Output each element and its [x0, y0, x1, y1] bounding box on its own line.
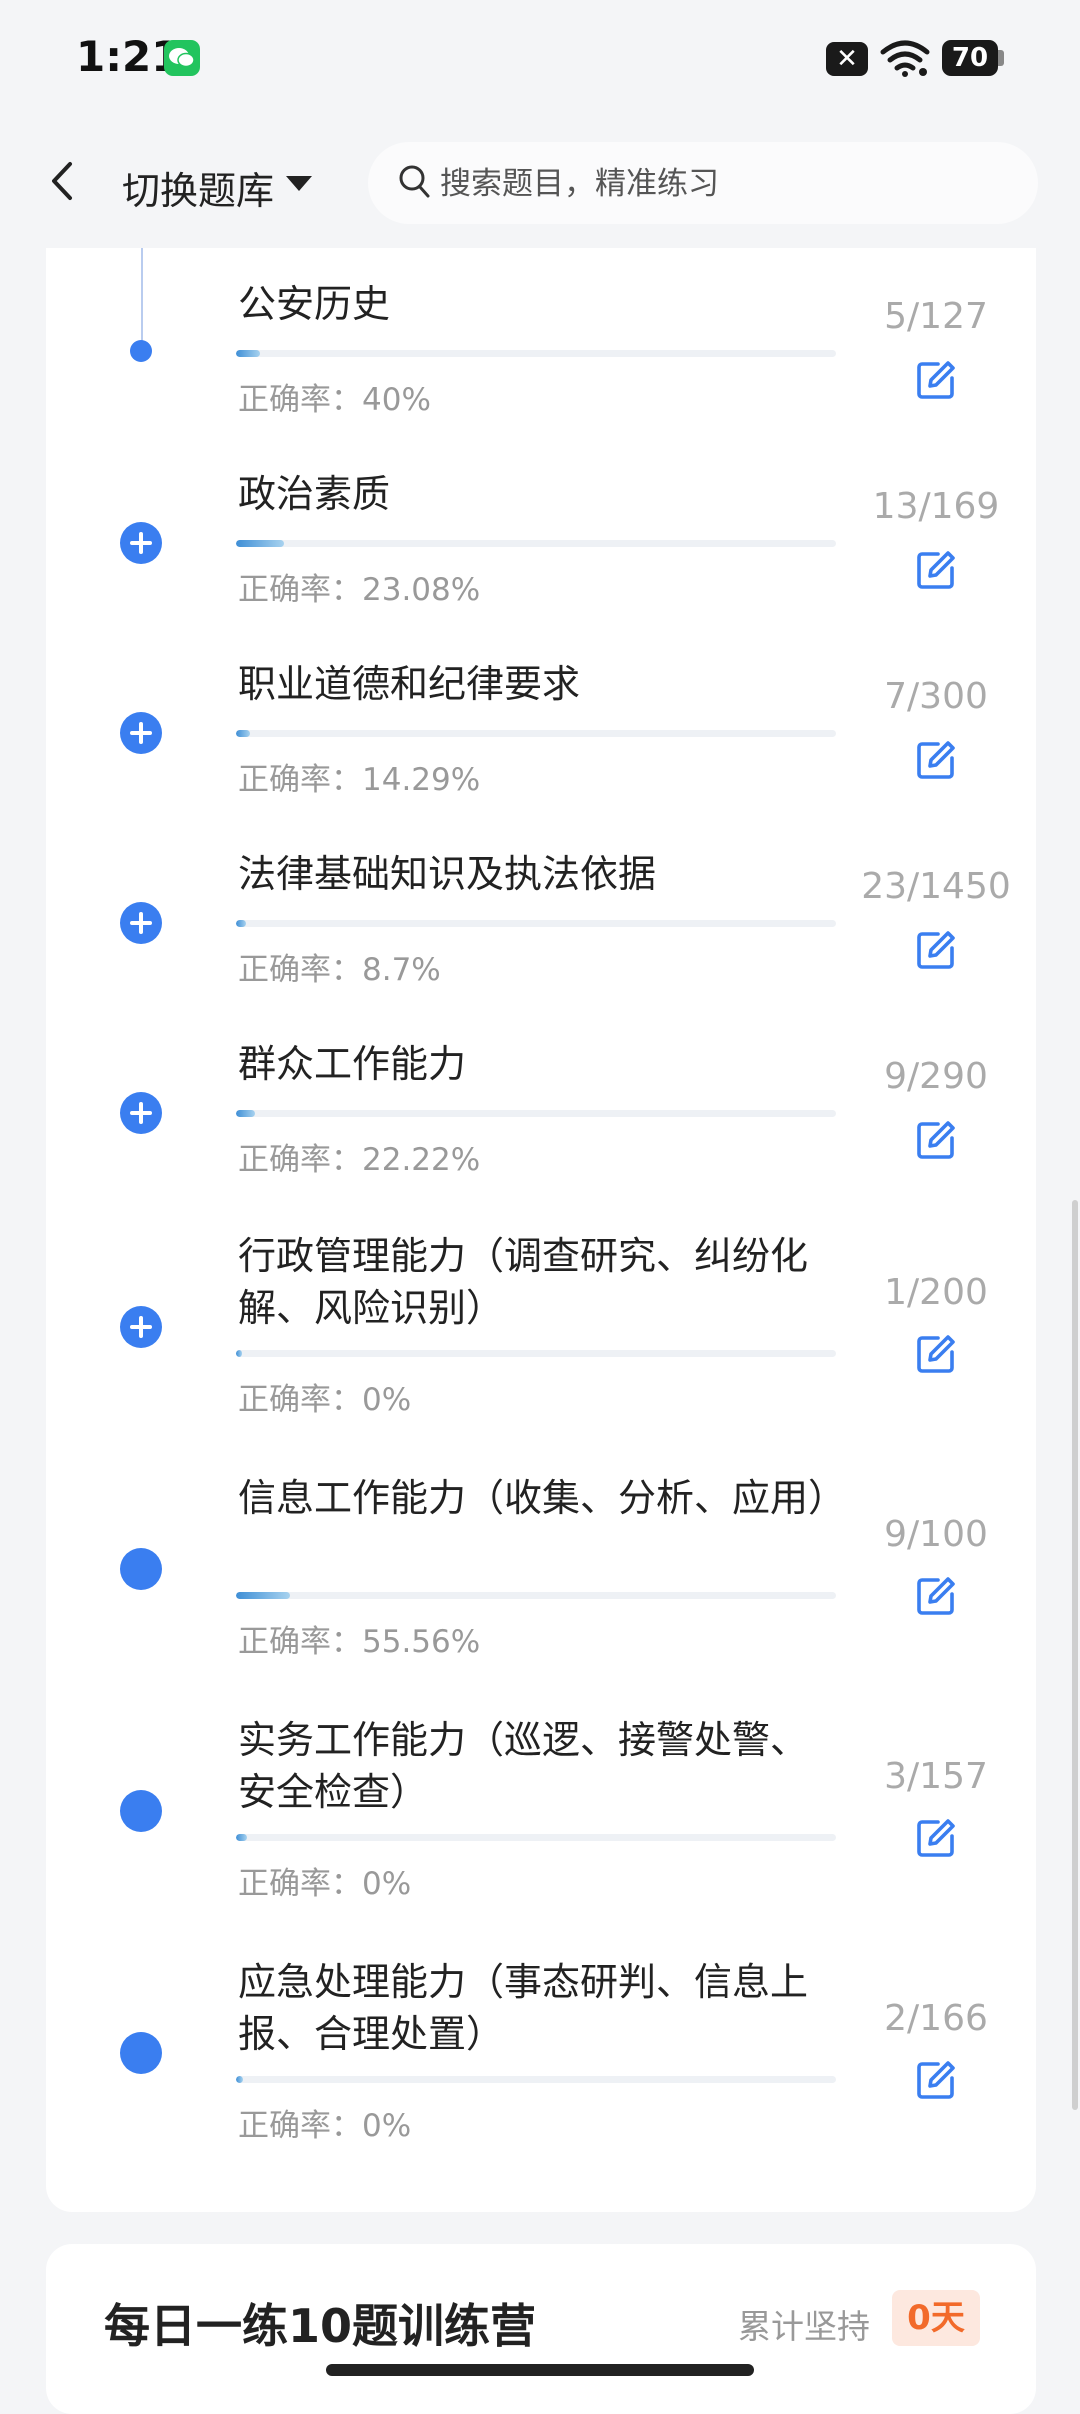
- accuracy-text: 正确率：23.08%: [238, 572, 481, 608]
- edit-icon[interactable]: [914, 738, 958, 782]
- accuracy-text: 正确率：0%: [238, 1866, 412, 1902]
- timeline-dot-icon: [120, 1790, 162, 1832]
- progress-count: 1/200: [884, 1272, 988, 1313]
- progress-bar: [236, 540, 836, 547]
- battery-tip: [998, 50, 1004, 66]
- accuracy-text: 正确率：0%: [238, 2108, 412, 2144]
- expand-plus-icon[interactable]: [120, 522, 162, 564]
- edit-icon[interactable]: [914, 1816, 958, 1860]
- progress-fill: [236, 2076, 244, 2083]
- search-bar[interactable]: [368, 142, 1038, 224]
- expand-plus-icon[interactable]: [120, 712, 162, 754]
- progress-fill: [236, 1592, 290, 1599]
- progress-fill: [236, 540, 284, 547]
- expand-plus-icon[interactable]: [120, 902, 162, 944]
- progress-count: 7/300: [884, 676, 988, 717]
- streak-badge: 0天: [892, 2290, 980, 2346]
- progress-count: 2/166: [884, 1998, 988, 2039]
- chapter-title: 公安历史: [238, 282, 391, 326]
- progress-count: 23/1450: [861, 866, 1011, 907]
- progress-fill: [236, 920, 246, 927]
- scrollbar[interactable]: [1072, 1200, 1078, 2110]
- training-camp-card[interactable]: 每日一练10题训练营 累计坚持 0天: [46, 2244, 1036, 2414]
- chapter-title: 行政管理能力（调查研究、纠纷化解、风险识别）: [238, 1234, 809, 1330]
- battery-icon: 70: [942, 40, 998, 76]
- progress-count: 3/157: [884, 1756, 988, 1797]
- progress-count: 5/127: [884, 296, 988, 337]
- progress-fill: [236, 350, 260, 357]
- edit-icon[interactable]: [914, 358, 958, 402]
- accuracy-text: 正确率：0%: [238, 1382, 412, 1418]
- edit-icon[interactable]: [914, 2058, 958, 2102]
- edit-icon[interactable]: [914, 1574, 958, 1618]
- progress-bar: [236, 920, 836, 927]
- back-arrow-icon[interactable]: [42, 156, 82, 206]
- home-indicator[interactable]: [326, 2364, 754, 2376]
- progress-fill: [236, 1350, 242, 1357]
- search-icon: [396, 162, 434, 206]
- accuracy-text: 正确率：14.29%: [238, 762, 481, 798]
- chapter-title: 政治素质: [238, 472, 391, 516]
- progress-count: 13/169: [872, 486, 1000, 527]
- switch-question-bank-button[interactable]: 切换题库: [122, 160, 274, 215]
- wechat-notification-icon: [164, 40, 200, 76]
- progress-bar: [236, 1110, 836, 1117]
- streak-label: 累计坚持: [738, 2307, 870, 2346]
- chapter-title: 应急处理能力（事态研判、信息上报、合理处置）: [238, 1960, 809, 2056]
- expand-plus-icon[interactable]: [120, 1306, 162, 1348]
- progress-bar: [236, 350, 836, 357]
- accuracy-text: 正确率：22.22%: [238, 1142, 481, 1178]
- progress-bar: [236, 730, 836, 737]
- progress-count: 9/290: [884, 1056, 988, 1097]
- progress-bar: [236, 2076, 836, 2083]
- camp-title: 每日一练10题训练营: [104, 2299, 537, 2353]
- progress-bar: [236, 1350, 836, 1357]
- caret-down-icon[interactable]: [286, 176, 312, 191]
- timeline-dot-icon: [120, 1548, 162, 1590]
- edit-icon[interactable]: [914, 1118, 958, 1162]
- progress-fill: [236, 730, 250, 737]
- progress-bar: [236, 1834, 836, 1841]
- chapter-title: 实务工作能力（巡逻、接警处警、安全检查）: [238, 1718, 809, 1814]
- top-bar: 切换题库: [0, 120, 1080, 248]
- progress-bar: [236, 1592, 836, 1599]
- status-bar: 1:21 ✕ 70: [0, 0, 1080, 120]
- edit-icon[interactable]: [914, 928, 958, 972]
- accuracy-text: 正确率：40%: [238, 382, 431, 418]
- progress-count: 9/100: [884, 1514, 988, 1555]
- search-input[interactable]: [438, 156, 1002, 212]
- expand-plus-icon[interactable]: [120, 1092, 162, 1134]
- no-sim-icon: ✕: [826, 42, 868, 76]
- chapter-title: 群众工作能力: [238, 1042, 467, 1086]
- progress-fill: [236, 1834, 248, 1841]
- timeline-dot-icon: [120, 2032, 162, 2074]
- chapter-title: 信息工作能力（收集、分析、应用）: [238, 1476, 847, 1520]
- accuracy-text: 正确率：8.7%: [238, 952, 441, 988]
- edit-icon[interactable]: [914, 1332, 958, 1376]
- progress-fill: [236, 1110, 255, 1117]
- accuracy-text: 正确率：55.56%: [238, 1624, 481, 1660]
- edit-icon[interactable]: [914, 548, 958, 592]
- chapter-title: 法律基础知识及执法依据: [238, 852, 657, 896]
- timeline-dot-icon: [130, 340, 152, 362]
- timeline-line: [141, 248, 143, 350]
- wifi-icon: [880, 38, 930, 82]
- chapter-title: 职业道德和纪律要求: [238, 662, 581, 706]
